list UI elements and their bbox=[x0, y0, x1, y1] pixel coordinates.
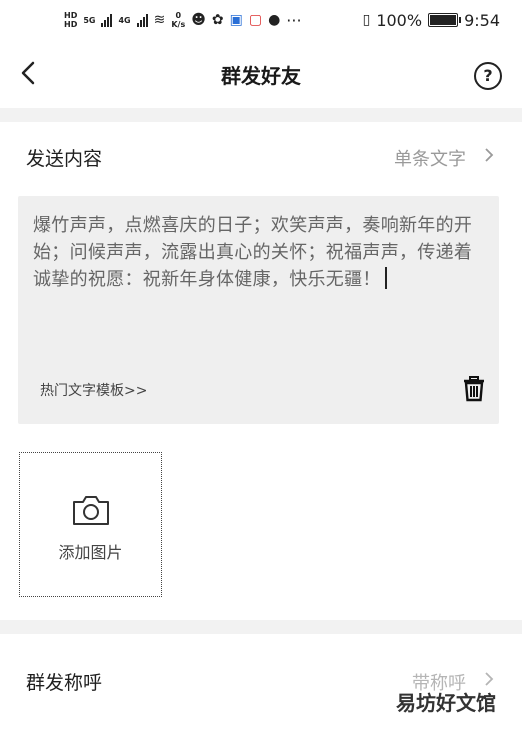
signal-icon bbox=[101, 13, 113, 27]
sim1-label: 5G bbox=[83, 15, 96, 25]
send-content-label: 发送内容 bbox=[26, 148, 103, 170]
send-content-value: 单条文字 bbox=[394, 149, 466, 170]
help-icon: ? bbox=[483, 66, 493, 85]
chevron-right-icon bbox=[485, 148, 494, 162]
section-divider bbox=[0, 108, 522, 122]
message-editor[interactable]: 爆竹声声，点燃喜庆的日子；欢笑声声，奏响新年的开始；问候声声，流露出真心的关怀；… bbox=[18, 196, 499, 424]
status-left: HD HD 5G 4G ≋ 0 K/s ☻ ✿ ▣ ▢ ● ··· bbox=[64, 6, 302, 34]
camera-icon bbox=[73, 496, 109, 525]
qq-icon: ☻ bbox=[191, 12, 206, 28]
add-image-label: 添加图片 bbox=[58, 543, 123, 562]
page-title: 群发好友 bbox=[221, 64, 301, 88]
battery-percent: 100% bbox=[376, 10, 423, 30]
app-icon: ▣ bbox=[229, 12, 243, 28]
signal-icon-2 bbox=[136, 13, 148, 27]
net-speed: 0 K/s bbox=[171, 11, 185, 29]
text-cursor bbox=[384, 267, 387, 289]
nav-bar: 群发好友 ? bbox=[0, 40, 522, 108]
message-text-area[interactable]: 爆竹声声，点燃喜庆的日子；欢笑声声，奏响新年的开始；问候声声，流露出真心的关怀；… bbox=[33, 212, 488, 293]
net-speed-unit: K/s bbox=[171, 20, 186, 29]
chevron-right-icon-2 bbox=[485, 672, 494, 686]
section-divider-2 bbox=[0, 620, 522, 634]
chat-icon: ● bbox=[268, 12, 281, 28]
hd-indicator: HD HD bbox=[64, 11, 78, 29]
trash-icon[interactable] bbox=[463, 376, 485, 402]
help-button[interactable]: ? bbox=[474, 62, 502, 90]
sim2-label: 4G bbox=[118, 15, 131, 25]
app-icon-2: ▢ bbox=[248, 12, 263, 28]
net-speed-value: 0 bbox=[175, 11, 182, 20]
battery-icon bbox=[428, 13, 462, 27]
add-image-button[interactable]: 添加图片 bbox=[19, 452, 162, 597]
clock: 9:54 bbox=[464, 10, 500, 30]
status-right: ▯ 100% 9:54 bbox=[363, 6, 500, 34]
hot-template-link[interactable]: 热门文字模板>> bbox=[40, 380, 147, 400]
watermark-text: 易坊好文馆 bbox=[396, 691, 496, 715]
greeting-label: 群发称呼 bbox=[26, 672, 103, 694]
send-content-row[interactable]: 发送内容 单条文字 bbox=[0, 124, 522, 188]
status-bar: HD HD 5G 4G ≋ 0 K/s ☻ ✿ ▣ ▢ ● ··· ▯ 100% … bbox=[0, 0, 522, 40]
vibrate-icon: ▯ bbox=[362, 12, 371, 28]
message-text: 爆竹声声，点燃喜庆的日子；欢笑声声，奏响新年的开始；问候声声，流露出真心的关怀；… bbox=[33, 215, 473, 290]
gear-icon: ✿ bbox=[211, 12, 224, 28]
more-indicator: ··· bbox=[286, 10, 302, 30]
wifi-icon: ≋ bbox=[153, 12, 166, 28]
